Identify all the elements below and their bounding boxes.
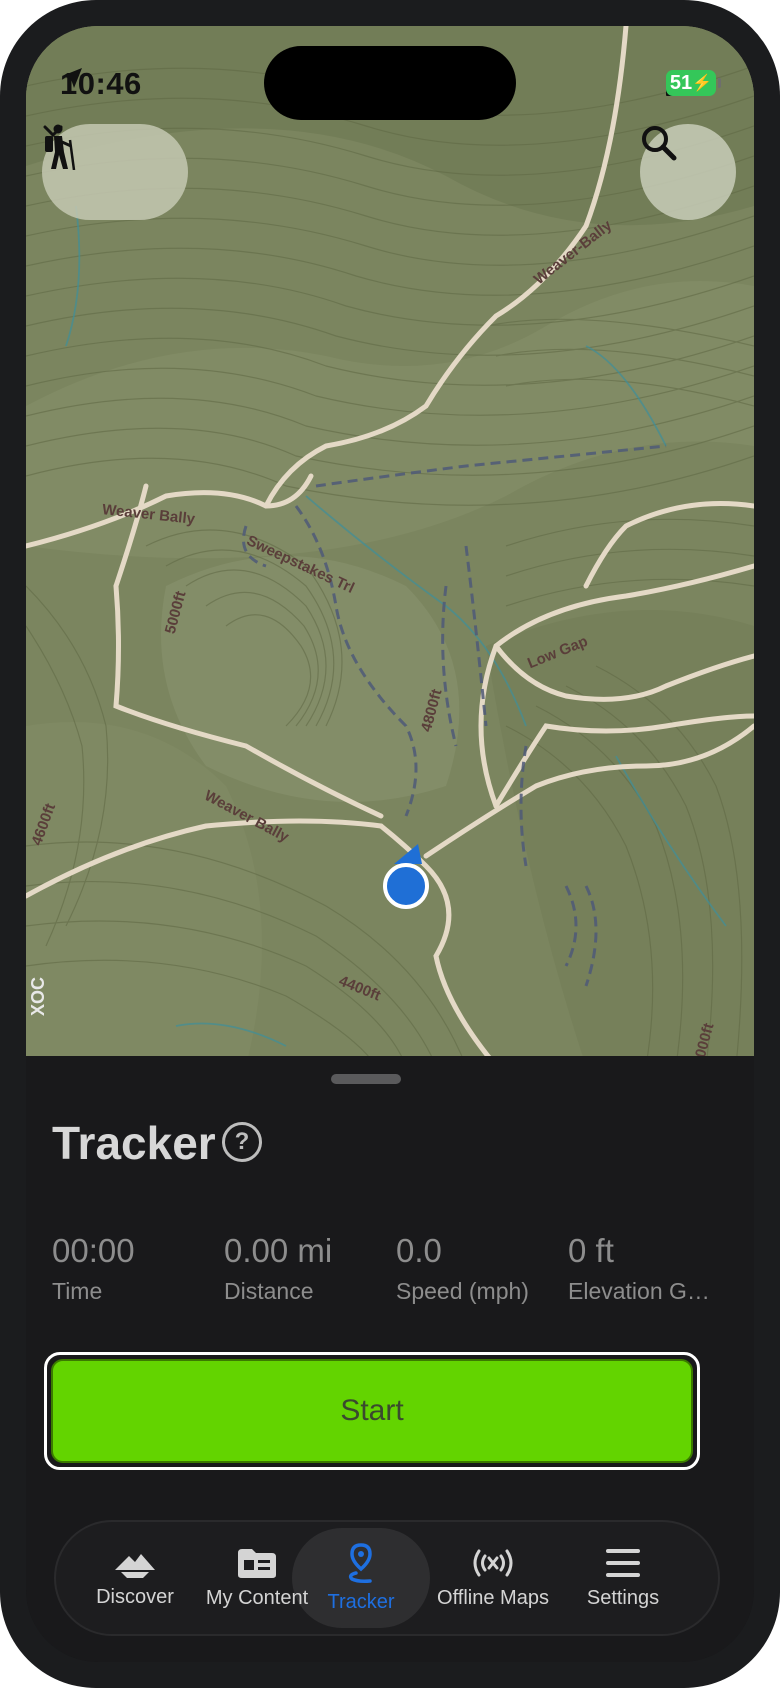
search-icon — [642, 126, 677, 161]
location-dot — [383, 863, 429, 909]
tab-label: My Content — [205, 1586, 309, 1609]
stat-label: Time — [52, 1278, 103, 1304]
tab-label: Tracker — [327, 1590, 395, 1613]
battery-indicator: 51 ⚡ — [666, 70, 721, 96]
tracker-icon — [348, 1542, 372, 1583]
start-button-focus-ring: Start — [44, 1352, 700, 1470]
sheet-drag-handle[interactable] — [331, 1074, 401, 1084]
tab-settings[interactable]: Settings — [568, 1522, 678, 1634]
tracker-sheet: Tracker ? 00:00 Time 0.00 mi Distance 0.… — [26, 1056, 754, 1662]
topo-map[interactable]: Weaver-Bally Weaver Bally Sweepstakes Tr… — [26, 26, 754, 1066]
help-icon[interactable]: ? — [222, 1122, 262, 1162]
tab-label: Discover — [96, 1585, 174, 1608]
stat-value: 0.00 mi — [224, 1232, 333, 1269]
status-time: 10:46 — [60, 66, 142, 102]
stat-label: Elevation G… — [568, 1278, 710, 1304]
stat-label: Distance — [224, 1278, 314, 1304]
stat-distance: 0.00 mi Distance — [224, 1232, 396, 1305]
status-icons: 51 ⚡ — [666, 70, 721, 96]
menu-icon — [606, 1548, 640, 1577]
map-attribution: XOC — [28, 976, 48, 1016]
stat-value: 0.0 — [396, 1232, 442, 1269]
tracker-title: Tracker — [52, 1117, 216, 1169]
stat-time: 00:00 Time — [52, 1232, 224, 1305]
start-button[interactable]: Start — [51, 1359, 693, 1463]
stat-value: 00:00 — [52, 1232, 135, 1269]
stat-elevation: 0 ft Elevation G… — [568, 1232, 732, 1305]
tab-label: Settings — [586, 1586, 660, 1609]
search-button[interactable] — [640, 124, 736, 220]
chevron-down-icon — [43, 125, 63, 138]
discover-icon — [115, 1553, 155, 1578]
signal-icon — [473, 1549, 513, 1576]
phone-frame: Weaver-Bally Weaver Bally Sweepstakes Tr… — [0, 0, 780, 1688]
screen: Weaver-Bally Weaver Bally Sweepstakes Tr… — [26, 26, 754, 1662]
tracker-stats: 00:00 Time 0.00 mi Distance 0.0 Speed (m… — [52, 1232, 732, 1305]
tab-discover[interactable]: Discover — [80, 1522, 190, 1634]
tab-label: Offline Maps — [437, 1586, 549, 1609]
activity-mode-button[interactable] — [42, 124, 188, 220]
tab-tracker[interactable]: Tracker — [308, 1522, 414, 1634]
folder-icon — [238, 1548, 276, 1578]
battery-cap — [718, 78, 721, 88]
stat-value: 0 ft — [568, 1232, 614, 1269]
tab-offline-maps[interactable]: Offline Maps — [428, 1522, 558, 1634]
stat-speed: 0.0 Speed (mph) — [396, 1232, 568, 1305]
battery-level: 51 — [669, 71, 693, 94]
tab-my-content[interactable]: My Content — [192, 1522, 322, 1634]
tab-bar: Discover My Content Tracker Offline Maps… — [54, 1520, 720, 1636]
dynamic-island — [264, 46, 516, 120]
location-arrow-icon — [62, 68, 82, 88]
charging-bolt-icon: ⚡ — [692, 75, 713, 92]
stat-label: Speed (mph) — [396, 1278, 529, 1304]
